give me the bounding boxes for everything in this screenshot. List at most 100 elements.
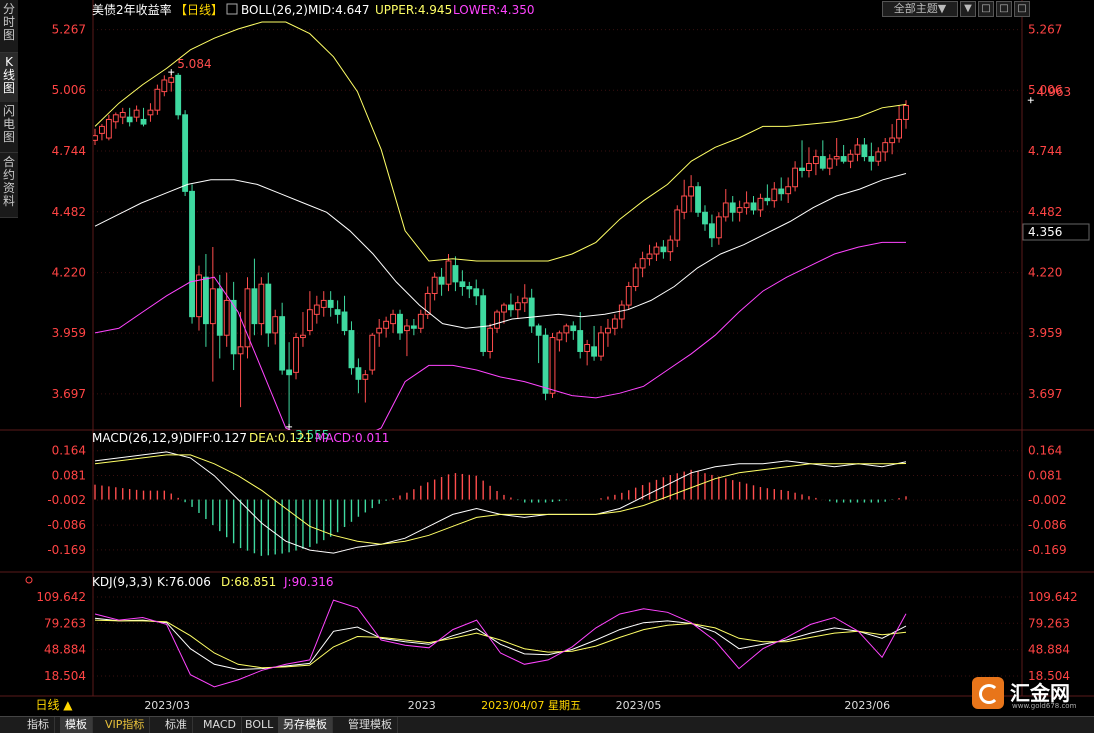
tab-lightning[interactable]: 闪电图 <box>0 102 18 153</box>
kdj-panel[interactable] <box>94 599 907 688</box>
candle-down <box>341 311 348 332</box>
candle-down <box>577 330 584 352</box>
kline-tick-label-right: 4.220 <box>1028 266 1062 280</box>
macd-tick-label-right: 0.164 <box>1028 444 1062 458</box>
candle-up <box>854 144 861 155</box>
kline-panel[interactable]: 5.0843.5554.963 <box>93 21 1072 442</box>
candle-down <box>410 325 417 329</box>
kline-tick-label-right: 5.006 <box>1028 83 1062 97</box>
kdj-tick-label-left: 18.504 <box>44 669 86 683</box>
candle-down <box>660 246 667 253</box>
kline-tick-label-left: 5.006 <box>52 83 86 97</box>
candle-down <box>708 223 715 239</box>
macd-tick-label-right: -0.169 <box>1028 543 1067 557</box>
tab-timeshare-label: 分时图 <box>2 2 15 42</box>
candle-down <box>438 276 445 285</box>
kline-tick-label-right: 3.697 <box>1028 387 1062 401</box>
boll-mid-line <box>94 173 907 329</box>
macd-tick-label-left: 0.164 <box>52 444 86 458</box>
candle-down <box>778 188 785 195</box>
kdj-tick-label-right: 48.884 <box>1028 643 1070 657</box>
candle-up <box>154 88 161 111</box>
candle-down <box>251 288 258 325</box>
candle-up <box>369 334 376 371</box>
toolbar-window-button-1[interactable]: □ <box>978 1 994 17</box>
candle-up <box>306 309 313 332</box>
candle-up <box>362 374 369 380</box>
candle-up <box>313 304 320 315</box>
kdj-j-line <box>94 599 907 688</box>
candle-up <box>237 346 244 355</box>
candle-up <box>431 276 438 294</box>
tab-save-template[interactable]: 另存模板 <box>278 717 333 733</box>
tab-vip-indicator[interactable]: VIP指标 <box>100 717 151 733</box>
tab-template[interactable]: 模板 <box>60 717 93 733</box>
candle-up <box>494 311 500 329</box>
candle-up <box>549 337 556 394</box>
candle-up <box>196 274 202 318</box>
toolbar-window-button-3[interactable]: □ <box>1014 1 1030 17</box>
candle-up <box>882 142 889 153</box>
kdj-group <box>94 599 907 688</box>
tab-kline[interactable]: K线图 <box>0 53 18 104</box>
kline-tick-label-left: 3.959 <box>52 326 86 340</box>
candle-up <box>390 313 396 325</box>
tab-standard[interactable]: 标准 <box>160 717 193 733</box>
candle-up <box>417 313 424 329</box>
kline-tick-label-left: 4.744 <box>52 144 86 158</box>
candle-down <box>819 156 826 169</box>
tab-macd[interactable]: MACD <box>198 717 242 733</box>
candle-up <box>903 105 909 120</box>
logo-url: www.gold678.com <box>1012 702 1077 710</box>
candle-up <box>320 299 327 308</box>
tab-manage-template[interactable]: 管理模板 <box>343 717 398 733</box>
candle-up <box>632 267 639 288</box>
candle-up <box>501 304 507 313</box>
candle-up <box>563 325 570 334</box>
chart-canvas[interactable]: 5.0843.5554.963 5.267 5.267 5.006 5.006 4.74… <box>0 0 1094 732</box>
candle-down <box>507 304 514 311</box>
macd-tick-label-left: -0.169 <box>47 543 86 557</box>
tab-boll[interactable]: BOLL <box>240 717 280 733</box>
toolbar-arrow-button[interactable]: ▼ <box>960 1 976 17</box>
kline-tick-label-right: 4.744 <box>1028 144 1062 158</box>
theme-dropdown[interactable]: 全部主题▼ <box>882 1 958 17</box>
tab-contract-info[interactable]: 合约资料 <box>0 153 18 218</box>
macd-panel[interactable] <box>94 451 907 556</box>
candle-down <box>535 325 542 336</box>
candle-up <box>743 202 750 209</box>
candle-up <box>293 337 299 373</box>
boll-indicator-icon[interactable] <box>226 3 238 15</box>
tab-timeshare[interactable]: 分时图 <box>0 0 18 53</box>
candle-down <box>480 295 487 352</box>
candle-up <box>258 283 265 325</box>
candle-down <box>591 346 598 357</box>
candle-up <box>223 299 230 336</box>
candle-up <box>722 202 729 218</box>
kline-tick-label-left: 5.267 <box>52 23 86 37</box>
candle-up <box>688 186 695 197</box>
candle-down <box>397 313 403 334</box>
candle-up <box>445 260 452 285</box>
kline-tick-label-left: 3.697 <box>52 387 86 401</box>
toolbar-window-button-2[interactable]: □ <box>996 1 1012 17</box>
macd-macd-value: MACD:0.011 <box>315 431 389 445</box>
candle-down <box>799 167 805 171</box>
candle-up <box>889 137 896 144</box>
chart-title: 美债2年收益率 <box>92 2 172 17</box>
kline-tick-label-right: 5.267 <box>1028 23 1062 37</box>
candle-up <box>133 109 140 118</box>
kline-tick-label-right: 4.482 <box>1028 205 1062 219</box>
candle-down <box>348 330 355 369</box>
boll-lower-line <box>94 241 906 430</box>
candle-down <box>175 74 182 116</box>
kdj-settings-icon[interactable] <box>25 576 33 584</box>
candle-down <box>355 367 362 380</box>
candle-down <box>702 211 708 225</box>
gold678-logo-icon <box>972 677 1004 709</box>
candle-down <box>570 325 577 332</box>
kdj-label: KDJ(9,3,3) <box>92 575 153 589</box>
tab-indicator[interactable]: 指标 <box>22 717 55 733</box>
candle-up <box>792 167 799 188</box>
period-button[interactable]: 日线 ▲ <box>18 697 90 713</box>
